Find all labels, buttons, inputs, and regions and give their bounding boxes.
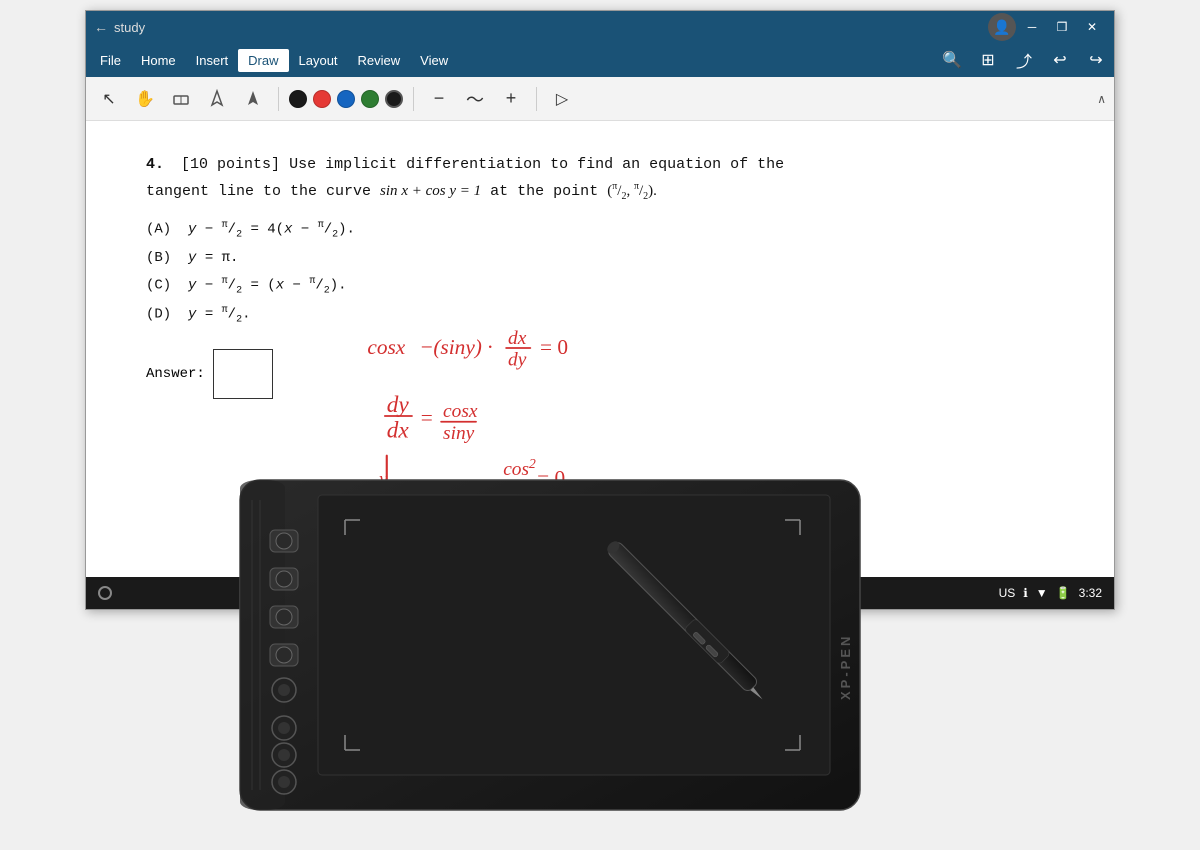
select-tool[interactable]: ↖ [94,84,124,114]
answer-input-box[interactable] [213,349,273,399]
svg-text:XP-PEN: XP-PEN [838,634,853,700]
menu-bar: File Home Insert Draw Layout Review View… [86,43,1114,77]
wave-tool[interactable]: 〜 [460,84,490,114]
at-point-text: at the point [490,183,607,200]
user-avatar[interactable]: 👤 [988,13,1016,41]
pen-tool-1[interactable] [202,84,232,114]
points-label: [10 points] [181,156,280,173]
lasso-tool[interactable]: ✋ [130,84,160,114]
status-indicator [98,586,112,600]
color-green[interactable] [361,90,379,108]
separator-2 [413,87,414,111]
menu-layout[interactable]: Layout [289,49,348,72]
xppen-tablet: XP-PEN [200,440,900,820]
title-bar-left: ← study [94,19,145,35]
pen-tool-2[interactable] [238,84,268,114]
color-black[interactable] [289,90,307,108]
status-right: US ℹ ▼ 🔋 3:32 [999,586,1102,600]
menu-draw[interactable]: Draw [238,49,288,72]
tablet-svg: XP-PEN [200,440,900,820]
color-dark[interactable] [385,90,403,108]
answer-label: Answer: [146,366,205,382]
locale-label: US [999,586,1016,600]
draw-toolbar: ↖ ✋ − 〜 + ▷ ∧ [86,77,1114,121]
color-blue[interactable] [337,90,355,108]
question-block: 4. [10 points] Use implicit differentiat… [146,151,1054,206]
network-icon: ▼ [1036,586,1048,600]
equation-display: sin x + cos y = 1 [380,183,481,199]
share-icon[interactable]: ⤴ [1010,46,1038,74]
svg-text:cosx: cosx [443,401,478,422]
info-icon: ℹ [1023,586,1028,600]
menu-right-actions: 🔍 ⊞ ⤴ ↩ ↪ [938,46,1110,74]
plus-tool[interactable]: + [496,84,526,114]
minus-tool[interactable]: − [424,84,454,114]
menu-review[interactable]: Review [348,49,411,72]
color-red[interactable] [313,90,331,108]
menu-insert[interactable]: Insert [186,49,239,72]
question-text-line2: tangent line to the curve [146,183,380,200]
menu-file[interactable]: File [90,49,131,72]
window-title: study [114,20,145,35]
svg-text:=: = [421,406,433,430]
choice-b: (B) y = π. [146,247,1054,269]
eraser-tool[interactable] [166,84,196,114]
title-bar-controls: 👤 ─ ❒ ✕ [988,13,1106,41]
choice-d: (D) y = π/2. [146,303,1054,328]
menu-view[interactable]: View [410,49,458,72]
battery-icon: 🔋 [1056,586,1071,600]
title-bar: ← study 👤 ─ ❒ ✕ [86,11,1114,43]
toolbar-collapse-button[interactable]: ∧ [1097,92,1106,106]
point-coords: (π/2, π/2). [607,183,657,199]
search-icon[interactable]: 🔍 [938,46,966,74]
answer-section: Answer: [146,349,1054,399]
close-button[interactable]: ✕ [1078,13,1106,41]
separator-3 [536,87,537,111]
choices-block: (A) y − π/2 = 4(x − π/2). (B) y = π. (C)… [146,218,1054,329]
choice-a: (A) y − π/2 = 4(x − π/2). [146,218,1054,243]
back-button[interactable]: ← [94,19,108,35]
choice-c: (C) y − π/2 = (x − π/2). [146,274,1054,299]
svg-text:dx: dx [508,328,527,349]
redo-icon[interactable]: ↪ [1082,46,1110,74]
undo-icon[interactable]: ↩ [1046,46,1074,74]
question-text-line1: Use implicit differentiation to find an … [289,156,784,173]
menu-home[interactable]: Home [131,49,186,72]
question-number: 4. [146,156,164,173]
separator-1 [278,87,279,111]
view-icon[interactable]: ⊞ [974,46,1002,74]
minimize-button[interactable]: ─ [1018,13,1046,41]
restore-button[interactable]: ❒ [1048,13,1076,41]
draw-mode-icon[interactable]: ▷ [547,84,577,114]
clock: 3:32 [1079,586,1102,600]
